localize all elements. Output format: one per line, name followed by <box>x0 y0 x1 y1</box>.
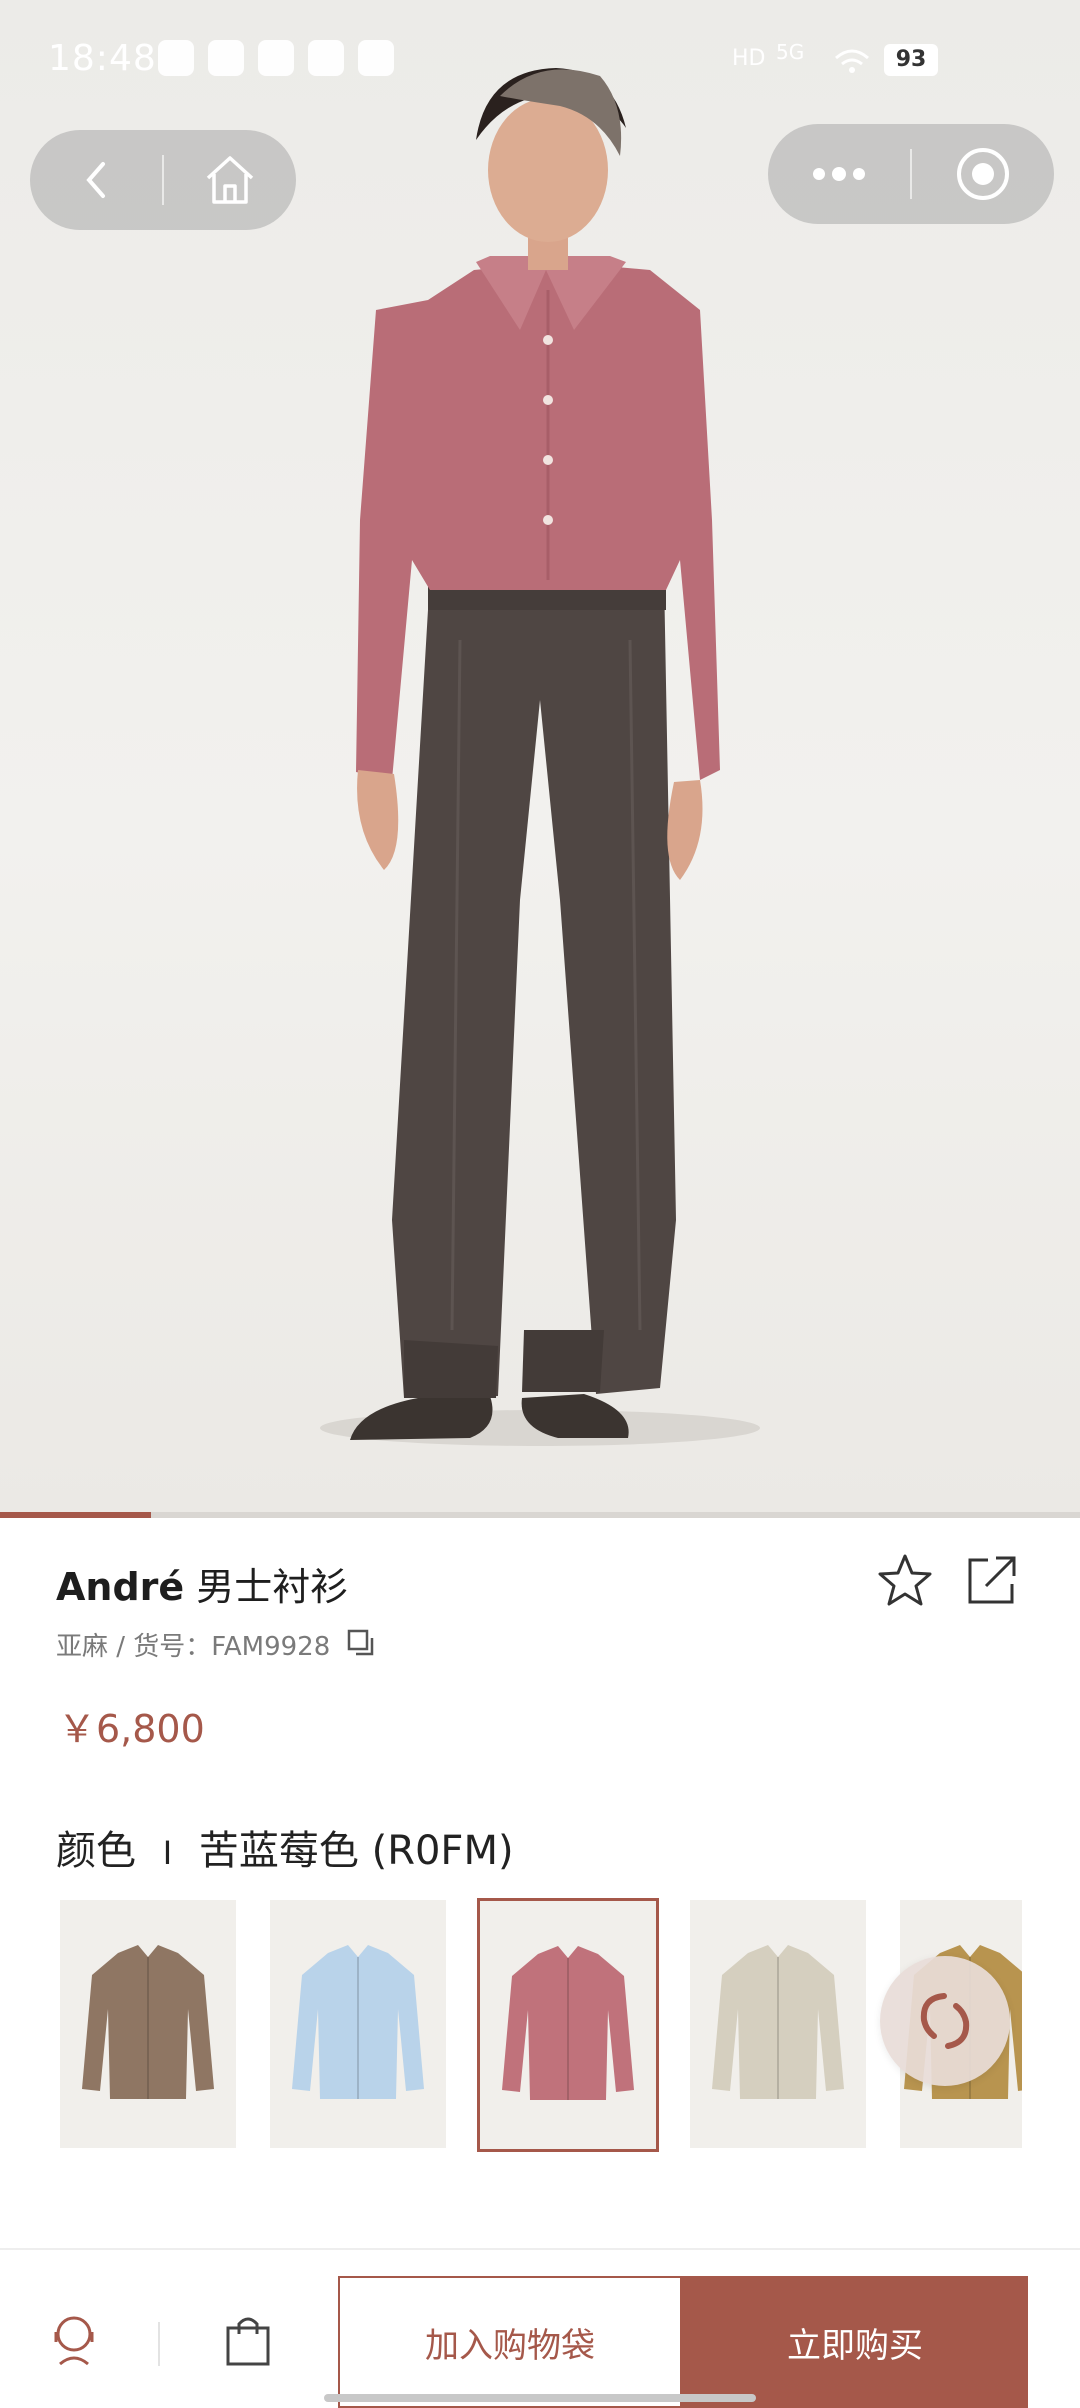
more-button[interactable] <box>768 124 910 224</box>
buy-now-button[interactable]: 立即购买 <box>682 2276 1028 2408</box>
color-swatch[interactable] <box>60 1900 236 2148</box>
customer-service-icon[interactable] <box>48 2312 100 2368</box>
home-indicator <box>324 2394 756 2402</box>
product-meta: 亚麻 / 货号：FAM9928 <box>56 1626 330 1663</box>
app-icon <box>208 40 244 76</box>
product-price: ￥6,800 <box>58 1707 205 1751</box>
favorite-star-icon[interactable] <box>876 1552 934 1608</box>
wechat-icon <box>158 40 194 76</box>
refresh-icon <box>920 1993 970 2049</box>
color-separator: I <box>162 1834 173 1872</box>
shirt-thumbnail <box>712 1945 844 2099</box>
message-icon <box>358 40 394 76</box>
product-name-cn: 男士衬衫 <box>196 1565 349 1609</box>
shirt-thumbnail <box>502 1946 634 2100</box>
color-selector-label: 颜色 I 苦蓝莓色 (R0FM) <box>56 1818 514 1876</box>
sku-value: FAM9928 <box>211 1632 331 1662</box>
color-swatch[interactable] <box>270 1900 446 2148</box>
color-swatch[interactable] <box>690 1900 866 2148</box>
battery-indicator: 93 <box>884 44 938 76</box>
status-time: 18:48 <box>48 38 157 79</box>
customer-service-float-button[interactable] <box>880 1956 1010 2086</box>
product-title: André 男士衬衫 <box>56 1556 348 1611</box>
color-swatch[interactable] <box>477 1898 659 2152</box>
shirt-thumbnail <box>292 1945 424 2099</box>
chevron-left-icon <box>86 162 105 198</box>
close-miniprogram-button[interactable] <box>912 124 1054 224</box>
app-icon <box>258 40 294 76</box>
material-sku-label: 亚麻 / 货号： <box>56 1632 212 1662</box>
target-circle-icon <box>957 148 1009 200</box>
bottom-icon-divider <box>158 2322 160 2366</box>
nav-capsule <box>30 130 296 230</box>
status-bar: 18:48 HD 5G 93 <box>0 0 1080 124</box>
add-to-bag-button[interactable]: 加入购物袋 <box>338 2276 682 2408</box>
shirt-thumbnail <box>82 1945 214 2099</box>
menu-capsule <box>768 124 1054 224</box>
product-name-en: André <box>56 1565 185 1609</box>
hd-indicator: HD <box>732 46 766 71</box>
home-icon <box>206 156 254 204</box>
back-button[interactable] <box>30 130 162 230</box>
shopping-bag-icon[interactable] <box>222 2312 274 2368</box>
selected-color-name: 苦蓝莓色 (R0FM) <box>198 1828 514 1874</box>
app-icon <box>308 40 344 76</box>
gallery-progress <box>0 1512 1080 1518</box>
network-indicator: 5G <box>776 40 805 64</box>
color-label: 颜色 <box>56 1828 136 1874</box>
notification-icons <box>158 40 394 76</box>
home-button[interactable] <box>164 130 296 230</box>
gallery-progress-fill <box>0 1512 152 1518</box>
bottom-bar-divider <box>0 2248 1080 2250</box>
more-dots-icon <box>813 167 865 181</box>
copy-icon[interactable] <box>346 1628 376 1658</box>
wifi-icon <box>835 49 869 73</box>
share-icon[interactable] <box>964 1552 1020 1608</box>
